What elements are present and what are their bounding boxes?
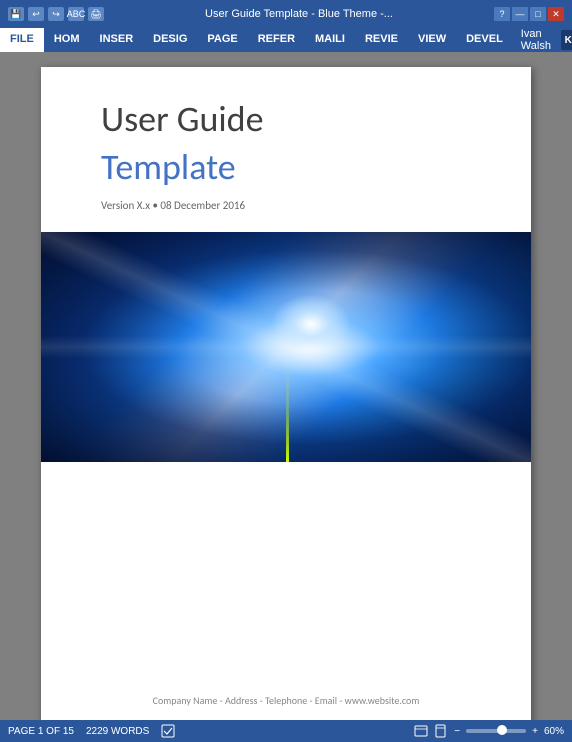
window-title: User Guide Template - Blue Theme -... [104,8,494,20]
road-line [286,365,289,462]
zoom-plus[interactable]: + [532,726,538,737]
layout-icon [414,724,428,738]
undo-icon[interactable]: ↩ [28,7,44,21]
print-preview-icon[interactable]: 🖨 [88,7,104,21]
tab-design[interactable]: DESIG [143,28,197,52]
document-page: User Guide Template Version X.x • 08 Dec… [41,67,531,720]
document-subtitle: Template [101,145,471,189]
status-right: − + 60% [414,724,564,738]
close-button[interactable]: ✕ [548,7,564,21]
user-info: Ivan Walsh K [513,28,572,52]
title-bar: 💾 ↩ ↪ ABC 🖨 User Guide Template - Blue T… [0,0,572,28]
zoom-thumb [497,725,507,735]
save-icon[interactable]: 💾 [8,7,24,21]
view-normal-icon[interactable] [414,724,428,738]
user-avatar[interactable]: K [561,30,572,50]
tab-view[interactable]: VIEW [408,28,456,52]
cover-image [41,232,531,462]
maximize-button[interactable]: □ [530,7,546,21]
status-bar: PAGE 1 OF 15 2229 WORDS − + 60% [0,720,572,742]
zoom-percent: 60% [544,726,564,737]
word-count: 2229 WORDS [86,726,149,737]
page-footer: Company Name - Address - Telephone - Ema… [41,462,531,720]
page-header: User Guide Template Version X.x • 08 Dec… [41,67,531,232]
ribbon: FILE HOM INSER DESIG PAGE REFER MAILI RE… [0,28,572,52]
document-version: Version X.x • 08 December 2016 [101,199,471,212]
tab-home[interactable]: HOM [44,28,90,52]
tab-mailings[interactable]: MAILI [305,28,355,52]
page-indicator: PAGE 1 OF 15 [8,726,74,737]
user-name: Ivan Walsh [521,28,558,52]
spelling-icon[interactable]: ABC [68,7,84,21]
tab-file[interactable]: FILE [0,28,44,52]
tab-developer[interactable]: DEVEL [456,28,513,52]
page-layout-icon [434,724,448,738]
tab-insert[interactable]: INSER [90,28,144,52]
redo-icon[interactable]: ↪ [48,7,64,21]
zoom-slider[interactable] [466,729,526,733]
document-area: User Guide Template Version X.x • 08 Dec… [0,52,572,720]
tunnel-glow [271,294,351,354]
ribbon-tabs: FILE HOM INSER DESIG PAGE REFER MAILI RE… [0,28,572,52]
window-controls: ? — □ ✕ [494,7,564,21]
tab-references[interactable]: REFER [248,28,305,52]
view-layout-icon[interactable] [434,724,448,738]
doc-check-icon [161,724,175,738]
company-info: Company Name - Address - Telephone - Ema… [153,694,420,707]
minimize-button[interactable]: — [512,7,528,21]
help-button[interactable]: ? [494,7,510,21]
quick-access-toolbar: 💾 ↩ ↪ ABC 🖨 [8,7,104,21]
title-bar-left: 💾 ↩ ↪ ABC 🖨 [8,7,104,21]
document-title: User Guide [101,97,471,141]
zoom-minus[interactable]: − [454,726,460,737]
track-changes-icon [161,724,175,738]
tab-page[interactable]: PAGE [197,28,247,52]
tab-review[interactable]: REVIE [355,28,408,52]
